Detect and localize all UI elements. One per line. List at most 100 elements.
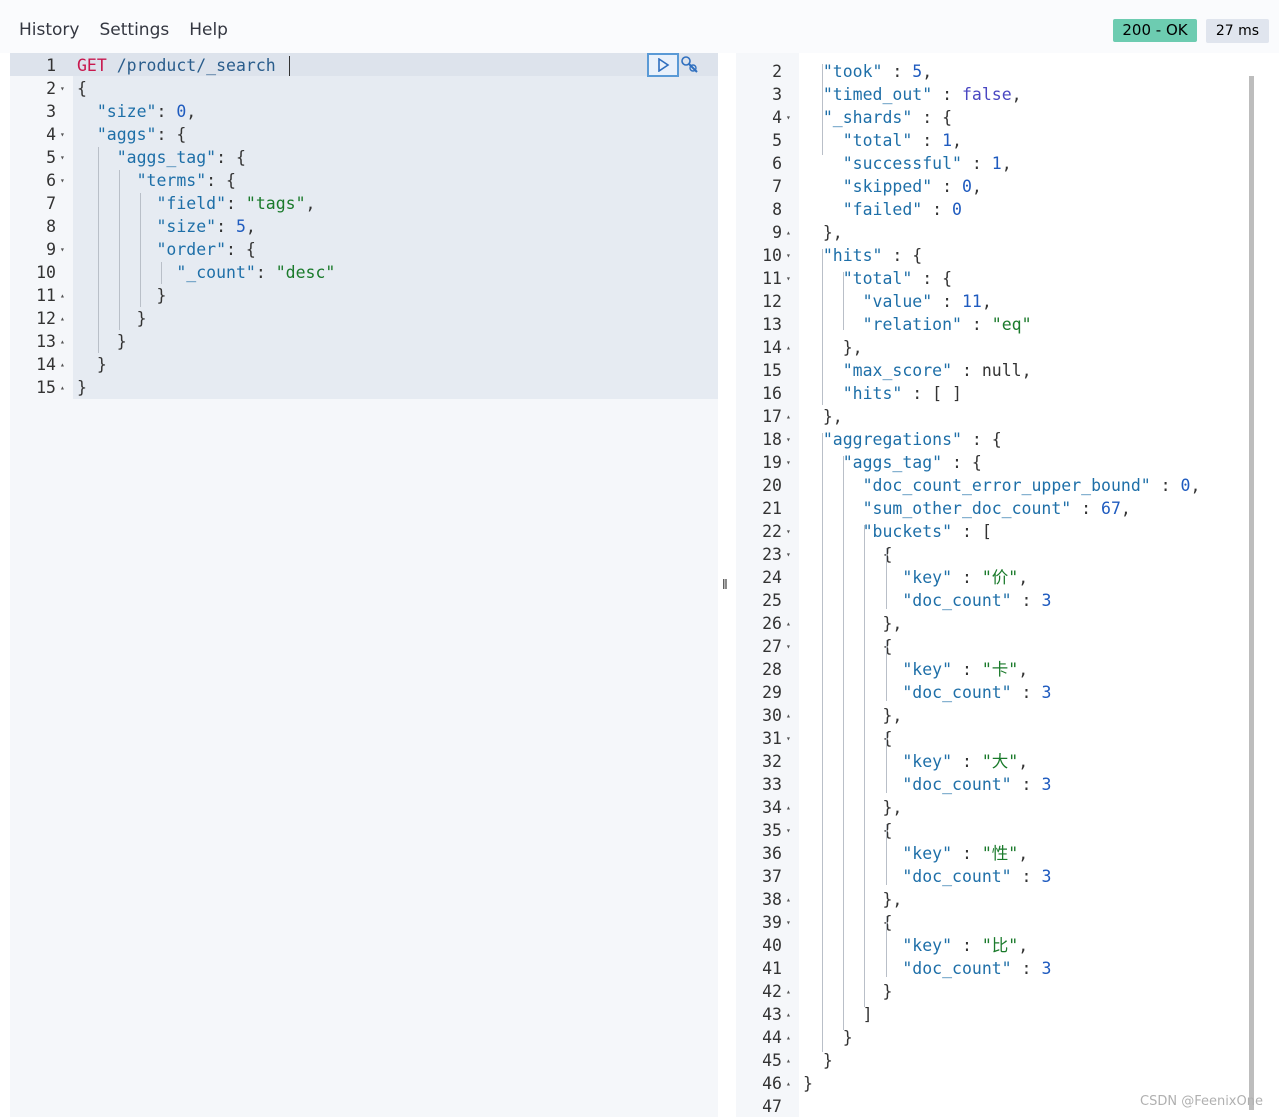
code-line: } (803, 1026, 853, 1049)
code-line: "key" : "比", (803, 934, 1028, 957)
fold-close-icon[interactable]: ▴ (786, 1049, 791, 1072)
indent-guide (886, 640, 887, 701)
code-token: "key" (902, 660, 953, 679)
fold-close-icon[interactable]: ▴ (786, 221, 791, 244)
fold-open-icon[interactable]: ▾ (786, 267, 791, 290)
code-token: "tags" (245, 194, 306, 213)
fold-open-icon[interactable]: ▾ (60, 146, 65, 169)
fold-close-icon[interactable]: ▴ (60, 284, 65, 307)
fold-open-icon[interactable]: ▾ (786, 911, 791, 934)
fold-open-icon[interactable]: ▾ (786, 520, 791, 543)
indent-guide (843, 456, 844, 1030)
response-viewer[interactable]: 2 "took" : 5, 3 "timed_out" : false, 4 ▾ "_… (736, 53, 1279, 1117)
fold-open-icon[interactable]: ▾ (786, 635, 791, 658)
line-number: 2 (46, 79, 56, 98)
line-number: 2 (772, 62, 782, 81)
fold-close-icon[interactable]: ▴ (786, 888, 791, 911)
response-scrollbar[interactable] (1249, 76, 1254, 1110)
fold-open-icon[interactable]: ▾ (786, 451, 791, 474)
fold-close-icon[interactable]: ▴ (60, 353, 65, 376)
fold-close-icon[interactable]: ▴ (786, 1026, 791, 1049)
code-line: "doc_count" : 3 (803, 773, 1051, 796)
request-editor[interactable]: 1 GET /product/_search 2 ▾{3 "size": 0, 4 ▾ "… (10, 53, 718, 1117)
fold-open-icon[interactable]: ▾ (786, 106, 791, 129)
line-number: 1 (46, 56, 56, 75)
fold-close-icon[interactable]: ▴ (786, 796, 791, 819)
fold-close-icon[interactable]: ▴ (786, 405, 791, 428)
code-token: "aggs_tag" (116, 148, 217, 167)
code-line: "timed_out" : false, (803, 83, 1022, 106)
menu-history[interactable]: History (19, 20, 79, 40)
code-line: { (803, 819, 892, 842)
menu-bar: History Settings Help (19, 20, 228, 40)
fold-close-icon[interactable]: ▴ (786, 1072, 791, 1095)
code-token: 1 (942, 131, 953, 150)
code-line: "hits" : [ ] (803, 382, 962, 405)
code-line: "aggregations" : { (803, 428, 1002, 451)
code-token: "aggs_tag" (842, 453, 943, 472)
fold-open-icon[interactable]: ▾ (786, 727, 791, 750)
line-number: 8 (772, 200, 782, 219)
line-number: 9 (46, 240, 56, 259)
code-token: , (971, 177, 982, 196)
code-token: "max_score" (842, 361, 953, 380)
code-token: "total" (842, 131, 913, 150)
fold-open-icon[interactable]: ▾ (786, 543, 791, 566)
fold-open-icon[interactable]: ▾ (786, 819, 791, 842)
fold-open-icon[interactable]: ▾ (60, 123, 65, 146)
code-token: : (1011, 591, 1042, 610)
fold-close-icon[interactable]: ▴ (786, 704, 791, 727)
fold-close-icon[interactable]: ▴ (60, 376, 65, 399)
line-number: 15 (762, 361, 782, 380)
code-line: } (77, 307, 147, 330)
fold-close-icon[interactable]: ▴ (786, 336, 791, 359)
indent-guide (886, 548, 887, 609)
code-token: } (77, 286, 167, 305)
code-token: "successful" (842, 154, 962, 173)
pane-splitter[interactable]: ‖ (722, 576, 728, 592)
wrench-icon[interactable] (680, 55, 700, 75)
fold-open-icon[interactable]: ▾ (60, 77, 65, 100)
line-number: 22 (762, 522, 782, 541)
code-line: "key" : "大", (803, 750, 1028, 773)
fold-open-icon[interactable]: ▾ (60, 238, 65, 261)
code-token: "key" (902, 752, 953, 771)
code-token: : (255, 263, 276, 282)
line-number: 36 (762, 844, 782, 863)
menu-settings[interactable]: Settings (99, 20, 169, 40)
line-number: 4 (46, 125, 56, 144)
code-token: "buckets" (862, 522, 953, 541)
fold-close-icon[interactable]: ▴ (786, 980, 791, 1003)
watermark: CSDN @FeenixOne (1140, 1094, 1263, 1109)
fold-close-icon[interactable]: ▴ (60, 307, 65, 330)
code-line: "max_score" : null, (803, 359, 1032, 382)
fold-open-icon[interactable]: ▾ (60, 169, 65, 192)
line-number: 35 (762, 821, 782, 840)
code-line: "failed" : 0 (803, 198, 962, 221)
code-line: "relation" : "eq" (803, 313, 1032, 336)
code-line: "aggs_tag": { (77, 146, 246, 169)
fold-open-icon[interactable]: ▾ (786, 244, 791, 267)
run-button[interactable] (647, 53, 679, 77)
fold-close-icon[interactable]: ▴ (786, 1003, 791, 1026)
code-line: }, (803, 888, 902, 911)
line-number: 32 (762, 752, 782, 771)
fold-close-icon[interactable]: ▴ (786, 612, 791, 635)
code-token: ] (803, 1005, 873, 1024)
fold-open-icon[interactable]: ▾ (786, 428, 791, 451)
code-token: 3 (1041, 867, 1052, 886)
code-token: : (952, 660, 982, 679)
code-line: "size": 0, (77, 100, 196, 123)
line-number: 10 (36, 263, 56, 282)
fold-close-icon[interactable]: ▴ (60, 330, 65, 353)
code-token: : (922, 200, 953, 219)
code-token: : { (156, 125, 187, 144)
code-token: "卡" (981, 660, 1019, 679)
menu-help[interactable]: Help (189, 20, 228, 40)
line-number: 39 (762, 913, 782, 932)
